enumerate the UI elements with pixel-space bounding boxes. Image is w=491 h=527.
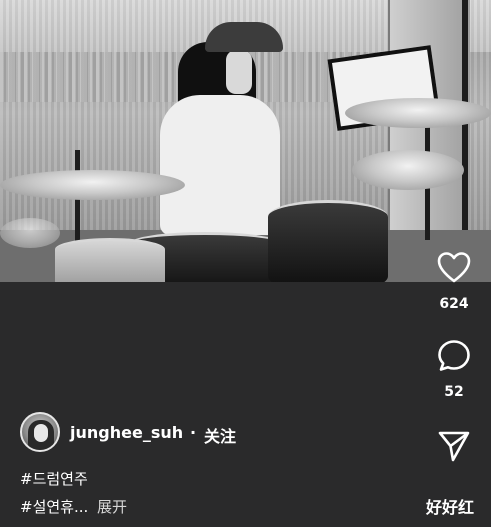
comment-bubble-icon (438, 340, 470, 371)
separator-dot: · (190, 423, 197, 442)
hashtag-link[interactable]: #드럼연주 (20, 468, 88, 489)
avatar[interactable] (20, 412, 60, 452)
comment-count: 52 (444, 384, 464, 400)
drummer-face (226, 50, 252, 94)
crash-cymbal (0, 170, 185, 200)
share-button[interactable] (436, 428, 472, 464)
watermark: 好好红 (426, 498, 475, 517)
send-arrow-icon (438, 431, 470, 462)
like-count: 624 (439, 296, 469, 312)
hi-hat-cymbal (352, 150, 464, 190)
expand-caption-button[interactable]: 展开 (97, 496, 127, 517)
heart-icon (437, 252, 471, 283)
drummer-body (160, 95, 280, 235)
small-cymbal (0, 218, 60, 248)
like-button[interactable] (436, 250, 472, 286)
follow-button[interactable]: 关注 (204, 423, 236, 447)
video-player[interactable] (0, 0, 491, 282)
tom-drum (268, 200, 388, 282)
avatar-face (34, 424, 48, 442)
bass-drum (55, 238, 165, 282)
comment-button[interactable] (436, 338, 472, 374)
ride-cymbal (345, 98, 491, 128)
drummer-cap (205, 22, 283, 52)
hashtag-link[interactable]: #설연휴... (20, 496, 88, 517)
username[interactable]: junghee_suh (70, 423, 183, 442)
